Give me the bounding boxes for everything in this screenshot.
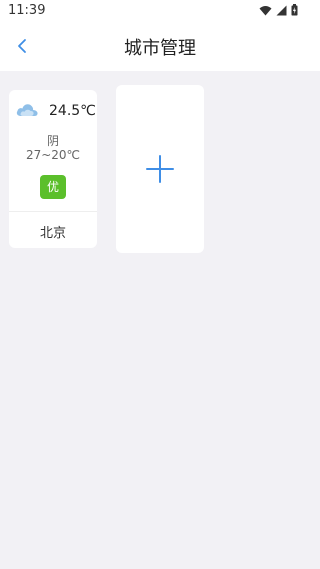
temperature: 24.5℃ [49, 103, 96, 119]
city-card-beijing[interactable]: 24.5℃ 阴 27~20℃ 优 北京 [9, 90, 97, 248]
status-time: 11:39 [8, 3, 46, 18]
card-divider [9, 211, 97, 212]
weather-condition: 阴 [46, 134, 59, 148]
aqi-badge: 优 [40, 175, 66, 199]
page-title: 城市管理 [124, 38, 196, 59]
plus-icon [146, 155, 174, 183]
status-icons [259, 4, 298, 16]
wifi-icon [259, 5, 272, 15]
status-bar: 11:39 [0, 0, 320, 22]
add-city-button[interactable] [116, 85, 204, 253]
header: 城市管理 [0, 22, 320, 71]
cloud-icon [16, 104, 38, 116]
city-name: 北京 [39, 226, 66, 241]
temperature-range: 27~20℃ [25, 148, 81, 162]
signal-icon [276, 5, 287, 15]
battery-icon [291, 4, 298, 16]
